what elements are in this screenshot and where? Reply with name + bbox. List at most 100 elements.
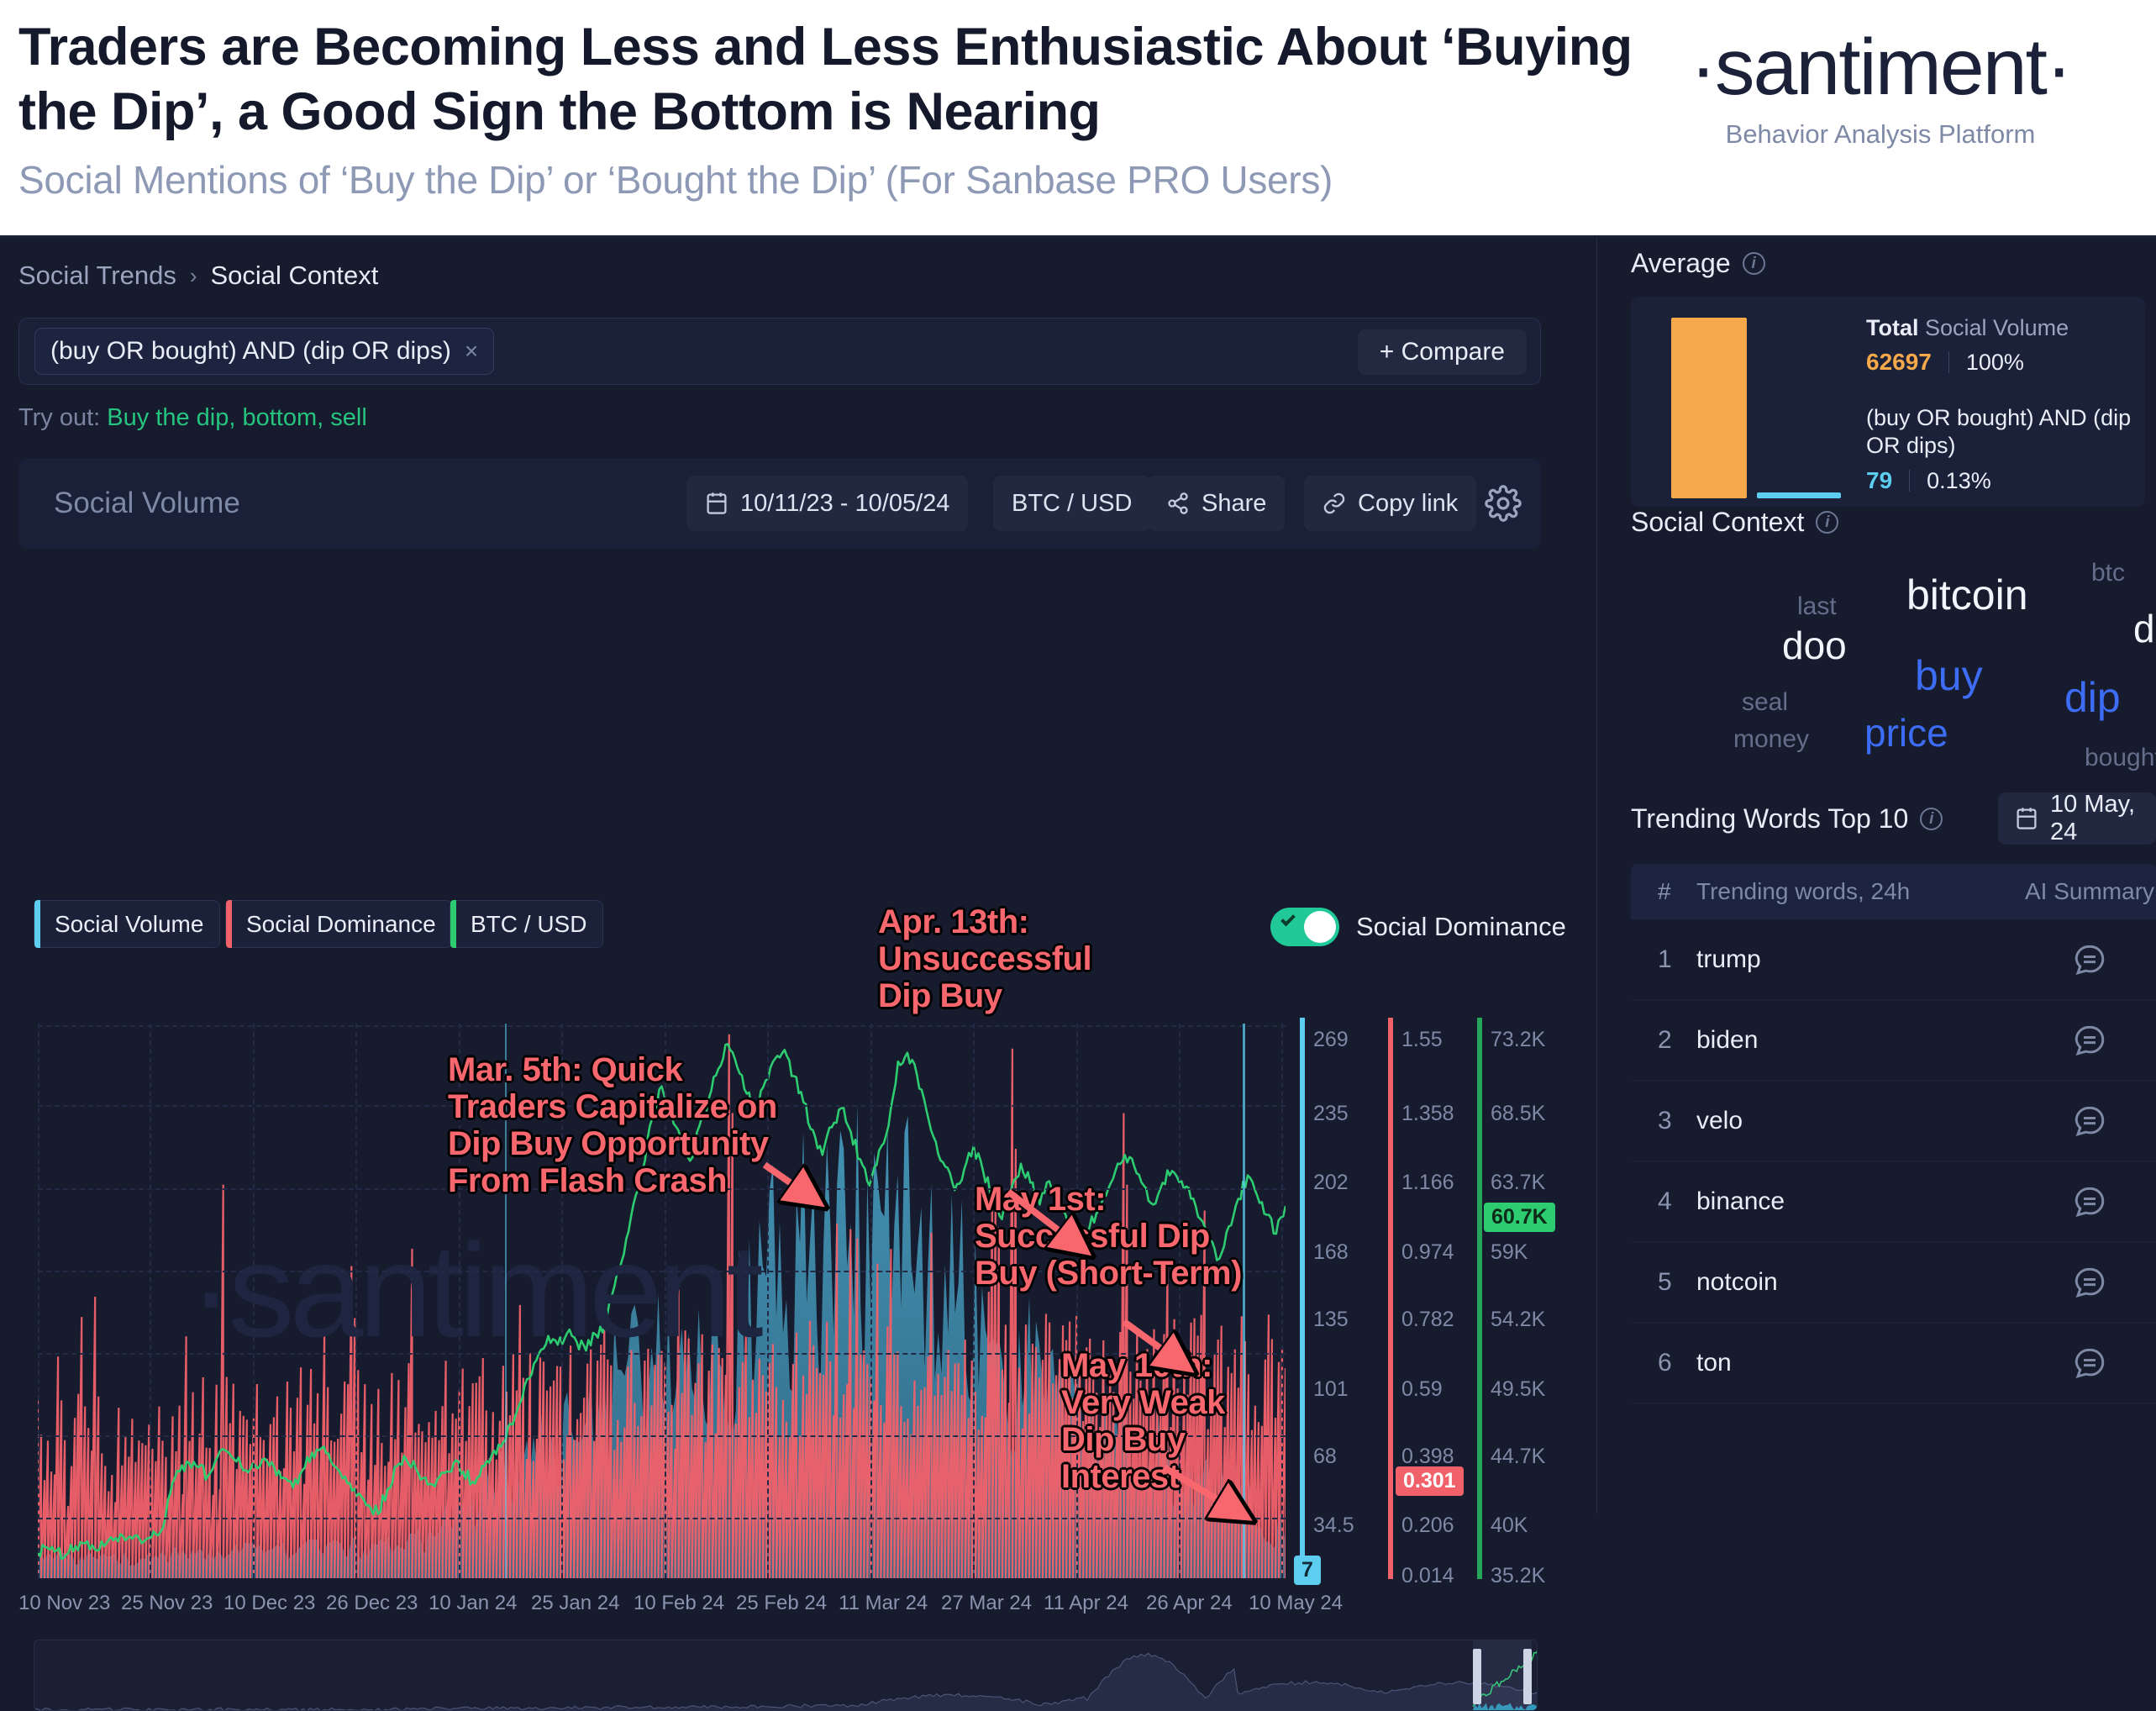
average-heading-label: Average (1631, 248, 1731, 278)
query-chip[interactable]: (buy OR bought) AND (dip OR dips) × (34, 328, 495, 375)
average-bar-total (1671, 318, 1747, 498)
row-word: notcoin (1696, 1267, 1778, 1296)
table-row[interactable]: 2 biden (1631, 1000, 2156, 1081)
asset-pair-button[interactable]: BTC / USD (993, 476, 1151, 531)
average-total-percent: 100% (1965, 349, 2024, 375)
word-cloud-item[interactable]: bought (2085, 745, 2156, 771)
word-cloud-item[interactable]: seal (1742, 690, 1788, 715)
trending-words-table: # Trending words, 24h AI Summary 1 trump 2… (1631, 864, 2156, 1403)
legend-social-volume[interactable]: Social Volume (34, 900, 221, 948)
legend-social-volume-label: Social Volume (55, 910, 204, 937)
legend-social-dominance[interactable]: Social Dominance (225, 900, 453, 948)
table-row[interactable]: 6 ton (1631, 1323, 2156, 1403)
average-total-row: 62697 100% (1866, 349, 2135, 376)
average-text-block: Total Social Volume 62697 100% (buy OR b… (1866, 315, 2135, 494)
word-cloud-item[interactable]: bitcoin (1906, 574, 2028, 616)
axis-tick: 1.166 (1401, 1171, 1454, 1194)
axis-tick: 168 (1313, 1240, 1349, 1264)
axis-tick: 0.014 (1401, 1564, 1454, 1587)
axis-tick: 49.5K (1491, 1377, 1546, 1401)
trending-words-heading-label: Trending Words Top 10 (1631, 803, 1909, 834)
axis-tick: 63.7K (1491, 1171, 1546, 1194)
row-word: velo (1696, 1106, 1743, 1135)
try-out-prefix: Try out: (18, 404, 108, 431)
row-rank: 4 (1658, 1187, 1672, 1215)
axis-tick: 1.55 (1401, 1028, 1443, 1051)
ai-summary-icon[interactable] (2022, 1184, 2156, 1219)
word-cloud-item[interactable]: dip (2064, 677, 2121, 719)
word-cloud-item[interactable]: btc (2091, 561, 2125, 586)
word-cloud-item[interactable]: last (1797, 594, 1837, 619)
breadcrumb-current: Social Context (210, 261, 379, 290)
legend-btc-usd[interactable]: BTC / USD (450, 900, 604, 948)
table-row[interactable]: 5 notcoin (1631, 1242, 2156, 1323)
x-axis-tick-label: 11 Apr 24 (1044, 1592, 1128, 1614)
chevron-right-icon: › (189, 262, 197, 288)
word-cloud[interactable]: lastbitcoinbtcusedipstimedoobuydipsellse… (1631, 549, 2156, 784)
average-card: Total Social Volume 62697 100% (buy OR b… (1631, 297, 2145, 507)
info-icon[interactable]: i (1816, 511, 1839, 534)
row-rank: 2 (1658, 1025, 1672, 1054)
info-icon[interactable]: i (1920, 808, 1943, 830)
axis-tick: 73.2K (1491, 1028, 1546, 1051)
date-range-label: 10/11/23 - 10/05/24 (740, 489, 950, 517)
calendar-icon (705, 491, 728, 516)
breadcrumb-parent[interactable]: Social Trends (18, 261, 176, 291)
close-icon[interactable]: × (465, 338, 478, 365)
try-out-links[interactable]: Buy the dip, bottom, sell (107, 404, 367, 431)
ai-summary-icon[interactable] (2022, 1265, 2156, 1300)
chart-navigator[interactable] (34, 1640, 1538, 1711)
right-sidebar: Average i Total Social Volume 62697 100%… (1596, 238, 2156, 1514)
table-row[interactable]: 3 velo (1631, 1081, 2156, 1161)
social-dominance-toggle[interactable]: Social Dominance (1270, 908, 1566, 946)
share-button[interactable]: Share (1148, 476, 1286, 531)
average-total-label: Total Social Volume (1866, 315, 2069, 340)
navigator-handle-left[interactable] (1473, 1649, 1481, 1704)
axis-tick: 0.974 (1401, 1240, 1454, 1264)
table-row[interactable]: 4 binance (1631, 1161, 2156, 1242)
search-panel[interactable]: (buy OR bought) AND (dip OR dips) × + Co… (18, 318, 1541, 385)
ai-summary-icon[interactable] (2022, 1345, 2156, 1381)
column-header-word: Trending words, 24h (1696, 878, 1911, 904)
x-axis-tick-label: 27 Mar 24 (941, 1592, 1033, 1614)
word-cloud-item[interactable]: money (1733, 727, 1809, 752)
average-query-label: (buy OR bought) AND (dip OR dips) (1866, 405, 2132, 458)
row-word: ton (1696, 1348, 1732, 1377)
info-icon[interactable]: i (1742, 252, 1765, 275)
breadcrumb: Social Trends › Social Context (18, 261, 378, 291)
x-axis-tick-label: 10 Nov 23 (18, 1592, 111, 1614)
legend-social-dominance-label: Social Dominance (246, 910, 436, 937)
x-axis-tick-label: 10 Dec 23 (223, 1592, 316, 1614)
axis-tick: 59K (1491, 1240, 1528, 1264)
date-range-button[interactable]: 10/11/23 - 10/05/24 (686, 476, 969, 531)
word-cloud-item[interactable]: dips (2133, 609, 2156, 648)
social-dominance-toggle-label: Social Dominance (1356, 912, 1566, 941)
axis-tick: 202 (1313, 1171, 1349, 1194)
chart-toolbar: Social Volume 10/11/23 - 10/05/24 BTC / … (18, 458, 1541, 549)
table-row[interactable]: 1 trump (1631, 919, 2156, 1000)
share-label: Share (1202, 489, 1267, 517)
trending-words-date-label: 10 May, 24 (2050, 791, 2136, 845)
ai-summary-icon[interactable] (2022, 942, 2156, 977)
ai-summary-icon[interactable] (2022, 1023, 2156, 1058)
header-text-block: Traders are Becoming Less and Less Enthu… (18, 15, 1682, 203)
badge-social-volume: 7 (1294, 1556, 1321, 1585)
add-compare-button[interactable]: + Compare (1357, 329, 1527, 375)
navigator-handle-right[interactable] (1523, 1649, 1532, 1704)
ai-summary-icon[interactable] (2022, 1103, 2156, 1139)
trending-words-date-button[interactable]: 10 May, 24 (1998, 791, 2156, 845)
word-cloud-item[interactable]: price (1864, 713, 1948, 752)
axis-tick: 1.358 (1401, 1102, 1454, 1125)
row-rank: 3 (1658, 1106, 1672, 1135)
table-header-row: # Trending words, 24h AI Summary (1631, 864, 2156, 919)
gear-icon[interactable] (1485, 485, 1522, 522)
axis-btc-price (1477, 1018, 1482, 1579)
word-cloud-item[interactable]: doo (1782, 626, 1847, 665)
divider (1909, 470, 1911, 492)
row-rank: 1 (1658, 945, 1672, 973)
annotation-apr13: Apr. 13th: Unsuccessful Dip Buy (878, 903, 1092, 1014)
x-axis-tick-label: 10 Feb 24 (634, 1592, 725, 1614)
toggle-switch[interactable] (1270, 908, 1339, 946)
copy-link-button[interactable]: Copy link (1304, 476, 1477, 531)
word-cloud-item[interactable]: buy (1915, 655, 1983, 697)
